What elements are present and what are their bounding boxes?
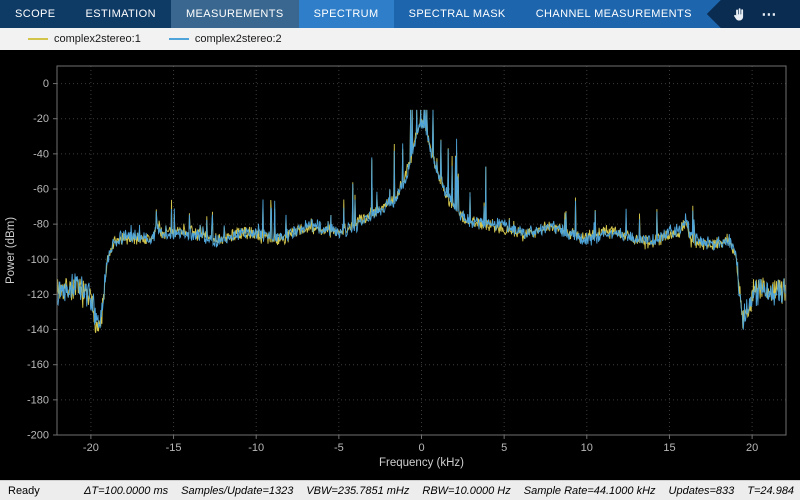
- legend-swatch-1: [28, 38, 48, 40]
- svg-text:-180: -180: [27, 394, 49, 406]
- svg-text:-15: -15: [166, 442, 182, 454]
- plot-area: -20 -15 -10 -5 0 5 10 15 20 0 -20 -40 -60 -80 -100 -120…: [0, 50, 800, 480]
- svg-text:-100: -100: [27, 254, 49, 266]
- trace-complex2stereo:1: [57, 109, 786, 334]
- status-items: ΔT=100.0000 ms Samples/Update=1323 VBW=2…: [84, 485, 794, 497]
- status-delta-t: ΔT=100.0000 ms: [84, 484, 169, 497]
- tick-labels: -20 -15 -10 -5 0 5 10 15 20 0 -20 -40 -60 -80 -100 -120…: [27, 78, 758, 454]
- toolbar: SCOPE ESTIMATION MEASUREMENTS SPECTRUM S…: [0, 0, 800, 28]
- toolbar-right-controls: ⋯: [706, 0, 800, 28]
- status-rbw: RBW=10.0000 Hz: [422, 484, 511, 497]
- svg-text:-10: -10: [248, 442, 264, 454]
- y-axis-label: Power (dBm): [5, 217, 17, 284]
- spectrum-analyzer-window: SCOPE ESTIMATION MEASUREMENTS SPECTRUM S…: [0, 0, 800, 500]
- tab-estimation[interactable]: ESTIMATION: [71, 0, 171, 28]
- tab-group-measurements: SPECTRUM SPECTRAL MASK CHANNEL MEASUREME…: [298, 0, 707, 28]
- svg-text:-120: -120: [27, 289, 49, 301]
- tab-spectral-mask[interactable]: SPECTRAL MASK: [394, 0, 521, 28]
- status-time: T=24.984: [747, 484, 795, 497]
- tab-scope[interactable]: SCOPE: [0, 0, 71, 28]
- status-updates: Updates=833: [668, 484, 735, 497]
- hand-tool-button[interactable]: [730, 6, 747, 23]
- svg-text:5: 5: [501, 442, 507, 454]
- status-ready: Ready: [8, 484, 40, 497]
- svg-text:-140: -140: [27, 324, 49, 336]
- svg-text:0: 0: [43, 78, 49, 90]
- x-axis-label: Frequency (kHz): [379, 457, 464, 469]
- legend-label-2: complex2stereo:2: [194, 33, 282, 45]
- svg-text:10: 10: [581, 442, 593, 454]
- legend-label-1: complex2stereo:1: [54, 33, 141, 45]
- tab-spectrum[interactable]: SPECTRUM: [298, 0, 394, 28]
- legend-item-2[interactable]: complex2stereo:2: [168, 33, 282, 45]
- svg-text:-5: -5: [334, 442, 344, 454]
- svg-text:-60: -60: [33, 184, 49, 196]
- svg-text:15: 15: [663, 442, 675, 454]
- legend: complex2stereo:1 complex2stereo:2: [0, 28, 800, 50]
- svg-text:0: 0: [418, 442, 424, 454]
- svg-text:-40: -40: [33, 148, 49, 160]
- legend-item-1[interactable]: complex2stereo:1: [28, 33, 141, 45]
- status-vbw: VBW=235.7851 mHz: [306, 484, 410, 497]
- tab-channel-measurements[interactable]: CHANNEL MEASUREMENTS: [521, 0, 707, 28]
- axis-ticks: [53, 83, 753, 439]
- svg-text:20: 20: [746, 442, 758, 454]
- tab-group-scope: SCOPE ESTIMATION MEASUREMENTS: [0, 0, 299, 28]
- spectrum-plot[interactable]: -20 -15 -10 -5 0 5 10 15 20 0 -20 -40 -60 -80 -100 -120…: [0, 50, 800, 480]
- status-sample-rate: Sample Rate=44.1000 kHz: [523, 484, 656, 497]
- status-samples-per-update: Samples/Update=1323: [181, 484, 294, 497]
- svg-text:-200: -200: [27, 430, 49, 442]
- svg-text:-20: -20: [33, 113, 49, 125]
- tab-measurements[interactable]: MEASUREMENTS: [170, 0, 299, 28]
- legend-swatch-2: [168, 38, 189, 40]
- status-bar: Ready ΔT=100.0000 ms Samples/Update=1323…: [0, 480, 800, 500]
- svg-text:-20: -20: [83, 442, 99, 454]
- hand-icon: [734, 7, 744, 21]
- traces: [57, 109, 786, 334]
- svg-text:-160: -160: [27, 359, 49, 371]
- overflow-menu-button[interactable]: ⋯: [761, 7, 776, 22]
- svg-text:-80: -80: [33, 219, 49, 231]
